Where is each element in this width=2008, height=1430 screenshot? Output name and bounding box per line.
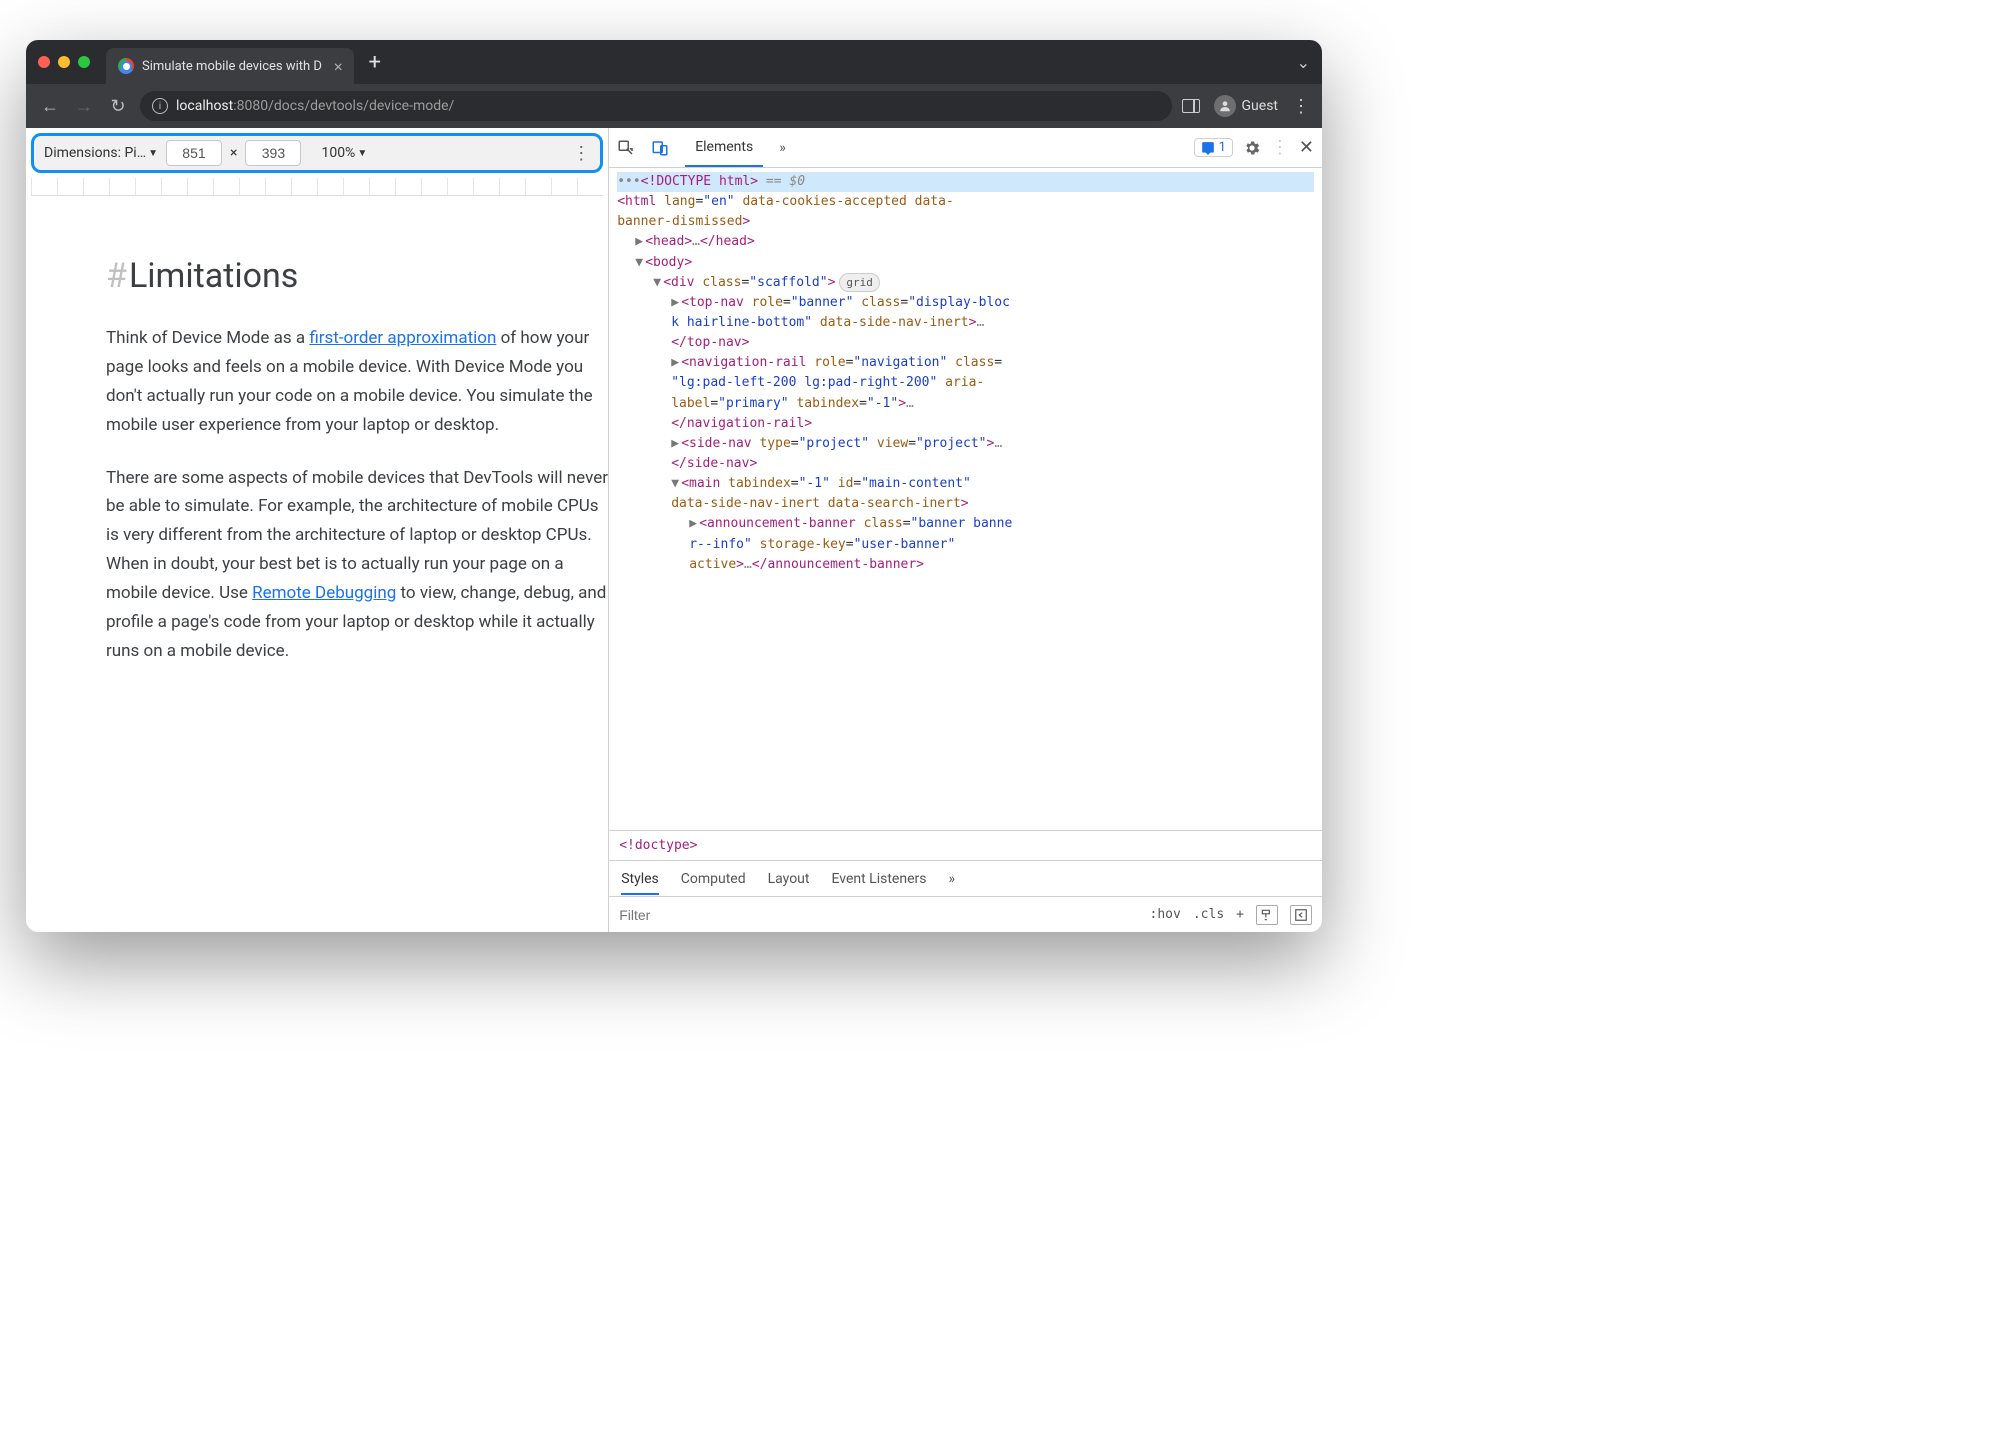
side-panel-icon[interactable]	[1182, 99, 1200, 113]
chrome-icon	[118, 58, 134, 74]
paragraph: There are some aspects of mobile devices…	[106, 464, 608, 666]
dimensions-dropdown[interactable]: Dimensions: Pi… ▼	[44, 145, 158, 161]
styles-tabs-overflow[interactable]: »	[948, 871, 955, 887]
device-toolbar-more-icon[interactable]: ⋮	[572, 143, 590, 164]
forward-button[interactable]: →	[72, 96, 96, 117]
device-viewport-panel: Dimensions: Pi… ▼ × 100% ▼ ⋮ #Limitation…	[26, 128, 609, 932]
toolbar-right: Guest ⋮	[1182, 95, 1310, 117]
dom-node[interactable]: ▶<announcement-banner class="banner bann…	[617, 514, 1314, 574]
chevron-down-icon: ▼	[357, 148, 367, 159]
tabs-dropdown-icon[interactable]: ⌄	[1297, 53, 1310, 72]
browser-window: Simulate mobile devices with D × + ⌄ ← →…	[26, 40, 1322, 932]
grid-badge[interactable]: grid	[839, 273, 880, 292]
styles-tabs: Styles Computed Layout Event Listeners »	[609, 860, 1322, 896]
dimensions-label: Dimensions: Pi…	[44, 145, 146, 161]
hov-button[interactable]: :hov	[1150, 907, 1181, 922]
avatar-icon	[1214, 95, 1236, 117]
close-window-icon[interactable]	[38, 56, 50, 68]
new-tab-button[interactable]: +	[368, 50, 380, 75]
url-port: :8080	[233, 98, 268, 114]
titlebar: Simulate mobile devices with D × + ⌄	[26, 40, 1322, 84]
dom-node[interactable]: ▼<div class="scaffold">grid	[617, 273, 1314, 293]
traffic-lights	[38, 56, 90, 68]
dom-node[interactable]: ▶<head>…</head>	[617, 232, 1314, 252]
styles-toolbar-right: :hov .cls +	[1150, 905, 1312, 925]
url-host: localhost	[176, 98, 233, 114]
devtools-tabs: Elements » 1 ⋮ ✕	[609, 128, 1322, 168]
site-info-icon[interactable]: i	[152, 98, 168, 114]
devtools-panel: Elements » 1 ⋮ ✕ •••<!DOCTYPE html> == $…	[609, 128, 1322, 932]
devtools-tabs-right: 1 ⋮ ✕	[1194, 137, 1314, 158]
computed-panel-icon[interactable]	[1290, 905, 1312, 925]
minimize-window-icon[interactable]	[58, 56, 70, 68]
settings-icon[interactable]	[1243, 139, 1261, 157]
height-input[interactable]	[245, 140, 301, 166]
zoom-label: 100%	[321, 145, 355, 161]
url-path: /docs/devtools/device-mode/	[268, 98, 454, 114]
browser-menu-icon[interactable]: ⋮	[1292, 96, 1310, 117]
tab-event-listeners[interactable]: Event Listeners	[831, 871, 926, 887]
tab-title: Simulate mobile devices with D	[142, 59, 322, 74]
profile-button[interactable]: Guest	[1214, 95, 1278, 117]
profile-label: Guest	[1242, 98, 1278, 114]
ruler	[31, 178, 603, 196]
chevron-down-icon: ▼	[148, 148, 158, 159]
hash-icon: #	[106, 256, 127, 296]
issues-button[interactable]: 1	[1194, 138, 1233, 157]
tab-styles[interactable]: Styles	[621, 871, 659, 895]
paint-icon[interactable]	[1256, 905, 1278, 925]
dom-breadcrumb[interactable]: <!doctype>	[609, 830, 1322, 860]
main-split: Dimensions: Pi… ▼ × 100% ▼ ⋮ #Limitation…	[26, 128, 1322, 932]
tab-elements[interactable]: Elements	[685, 128, 763, 167]
tabs-overflow[interactable]: »	[769, 128, 796, 167]
dom-node[interactable]: •••<!DOCTYPE html> == $0	[617, 172, 1314, 192]
issues-count: 1	[1219, 140, 1226, 155]
zoom-dropdown[interactable]: 100% ▼	[321, 145, 367, 161]
first-order-link[interactable]: first-order approximation	[309, 328, 496, 348]
dom-node[interactable]: ▶<side-nav type="project" view="project"…	[617, 434, 1314, 474]
browser-toolbar: ← → ↻ i localhost:8080/docs/devtools/dev…	[26, 84, 1322, 128]
dom-node[interactable]: ▶<top-nav role="banner" class="display-b…	[617, 293, 1314, 353]
devtools-close-icon[interactable]: ✕	[1299, 137, 1314, 158]
inspect-icon[interactable]	[617, 139, 645, 157]
device-mode-icon[interactable]	[651, 139, 679, 157]
device-toolbar: Dimensions: Pi… ▼ × 100% ▼ ⋮	[31, 133, 603, 173]
styles-toolbar: :hov .cls +	[609, 896, 1322, 932]
maximize-window-icon[interactable]	[78, 56, 90, 68]
dom-node[interactable]: ▼<main tabindex="-1" id="main-content"da…	[617, 474, 1314, 514]
dimension-separator: ×	[230, 145, 237, 161]
page-heading: #Limitations	[106, 256, 608, 296]
tab-close-icon[interactable]: ×	[334, 57, 343, 76]
paragraph: Think of Device Mode as a first-order ap…	[106, 324, 608, 440]
tab-layout[interactable]: Layout	[768, 871, 810, 887]
styles-filter-input[interactable]	[619, 907, 800, 923]
tab-computed[interactable]: Computed	[681, 871, 746, 887]
width-input[interactable]	[166, 140, 222, 166]
dom-tree[interactable]: •••<!DOCTYPE html> == $0 <html lang="en"…	[609, 168, 1322, 830]
browser-tab[interactable]: Simulate mobile devices with D ×	[106, 48, 354, 84]
cls-button[interactable]: .cls	[1193, 907, 1224, 922]
dom-node[interactable]: <html lang="en" data-cookies-accepted da…	[617, 192, 1314, 232]
remote-debugging-link[interactable]: Remote Debugging	[252, 583, 396, 603]
page-content: #Limitations Think of Device Mode as a f…	[26, 196, 608, 932]
back-button[interactable]: ←	[38, 96, 62, 117]
devtools-menu-icon[interactable]: ⋮	[1271, 137, 1289, 158]
reload-button[interactable]: ↻	[106, 96, 130, 117]
new-style-rule-button[interactable]: +	[1236, 907, 1244, 922]
dom-node[interactable]: ▶<navigation-rail role="navigation" clas…	[617, 353, 1314, 434]
dom-node[interactable]: ▼<body>	[617, 253, 1314, 273]
address-bar[interactable]: i localhost:8080/docs/devtools/device-mo…	[140, 91, 1172, 121]
